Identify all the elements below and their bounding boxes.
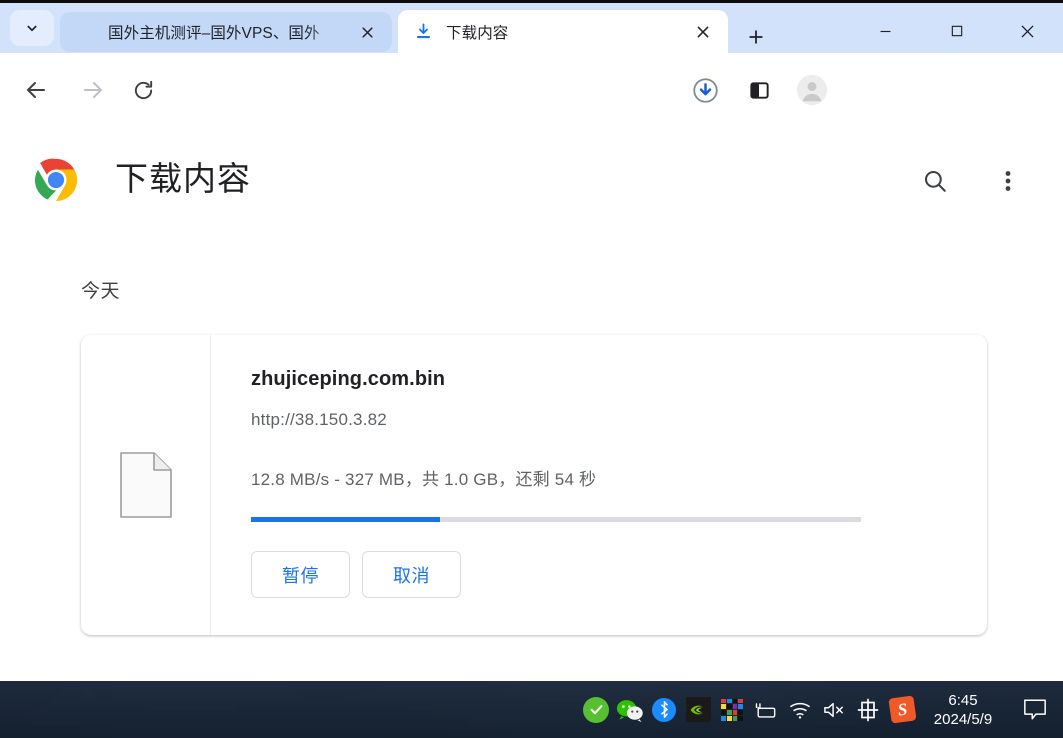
window-close-button[interactable] xyxy=(992,6,1063,56)
close-icon xyxy=(1021,24,1034,38)
bluetooth-icon[interactable] xyxy=(647,681,681,738)
close-icon xyxy=(361,26,373,38)
new-tab-button[interactable] xyxy=(740,21,772,53)
minimize-icon xyxy=(880,30,891,32)
page-title: 下载内容 xyxy=(115,160,251,197)
windows-taskbar: S 6:45 2024/5/9 xyxy=(0,681,1063,738)
download-file-icon-column xyxy=(81,335,211,635)
download-progress-bar xyxy=(251,517,861,522)
generic-file-icon xyxy=(119,452,172,518)
three-dot-menu-icon xyxy=(1005,171,1011,191)
notification-icon xyxy=(1024,699,1046,720)
tab-title: 国外主机测评–国外VPS、国外 xyxy=(108,25,320,42)
download-item-details: zhujiceping.com.bin http://38.150.3.82 1… xyxy=(211,335,987,635)
ime-chinese-icon[interactable] xyxy=(851,681,885,738)
battery-plug-icon[interactable] xyxy=(749,681,783,738)
pause-button[interactable]: 暂停 xyxy=(251,551,350,598)
downloads-button[interactable] xyxy=(686,71,724,109)
tab-close-button[interactable] xyxy=(354,19,380,45)
window-minimize-button[interactable] xyxy=(850,6,921,56)
browser-tab-active[interactable]: 下载内容 xyxy=(398,10,728,53)
search-icon xyxy=(924,170,946,192)
forward-button[interactable] xyxy=(74,71,112,109)
downloads-search-button[interactable] xyxy=(917,163,953,199)
site-seal-icon xyxy=(76,22,96,42)
downloads-icon xyxy=(692,77,718,103)
nvidia-icon[interactable] xyxy=(681,681,715,738)
back-button[interactable] xyxy=(17,71,55,109)
window-maximize-button[interactable] xyxy=(921,6,992,56)
clock-time: 6:45 xyxy=(948,691,978,709)
chrome-browser-window: 国外主机测评–国外VPS、国外 下载内容 下载内容 今天 zhujiceping… xyxy=(0,0,1063,681)
reload-button[interactable] xyxy=(124,71,162,109)
color-grid-icon[interactable] xyxy=(715,681,749,738)
side-panel-icon xyxy=(749,81,769,99)
downloads-section-label: 今天 xyxy=(81,281,121,302)
wifi-icon[interactable] xyxy=(783,681,817,738)
sogou-icon[interactable]: S xyxy=(885,681,919,738)
taskbar-clock[interactable]: 6:45 2024/5/9 xyxy=(919,681,1007,738)
security-check-icon[interactable] xyxy=(579,681,613,738)
clock-date: 2024/5/9 xyxy=(933,710,993,728)
chrome-logo-icon xyxy=(33,157,79,208)
reload-icon xyxy=(134,80,152,99)
browser-toolbar: Chrome chrome://downloads xyxy=(0,53,1063,174)
avatar-icon xyxy=(797,75,827,105)
maximize-icon xyxy=(951,25,962,37)
tab-title: 下载内容 xyxy=(446,24,509,42)
tab-search-button[interactable] xyxy=(10,10,54,46)
side-panel-button[interactable] xyxy=(740,71,778,109)
plus-icon xyxy=(749,30,763,44)
download-source-url: http://38.150.3.82 xyxy=(251,410,387,429)
download-item-card[interactable]: zhujiceping.com.bin http://38.150.3.82 1… xyxy=(81,335,987,635)
download-actions: 暂停 取消 xyxy=(251,551,987,598)
tab-strip: 国外主机测评–国外VPS、国外 下载内容 xyxy=(0,3,1063,53)
download-icon xyxy=(414,22,434,42)
system-tray: S 6:45 2024/5/9 xyxy=(579,681,1063,738)
download-progress-fill xyxy=(251,517,441,522)
cancel-button[interactable]: 取消 xyxy=(362,551,461,598)
back-arrow-icon xyxy=(27,82,45,98)
close-icon xyxy=(697,26,709,37)
notification-center-button[interactable] xyxy=(1007,681,1063,738)
download-status-text: 12.8 MB/s - 327 MB，共 1.0 GB，还剩 54 秒 xyxy=(251,470,597,489)
wechat-icon[interactable] xyxy=(613,681,647,738)
download-filename[interactable]: zhujiceping.com.bin xyxy=(251,368,987,391)
browser-tab-inactive[interactable]: 国外主机测评–国外VPS、国外 xyxy=(60,12,392,52)
tab-close-button[interactable] xyxy=(690,19,716,45)
chevron-down-icon xyxy=(27,25,37,32)
forward-arrow-icon xyxy=(84,82,102,98)
volume-muted-icon[interactable] xyxy=(817,681,851,738)
downloads-more-button[interactable] xyxy=(990,163,1026,199)
profile-avatar-button[interactable] xyxy=(793,71,831,109)
